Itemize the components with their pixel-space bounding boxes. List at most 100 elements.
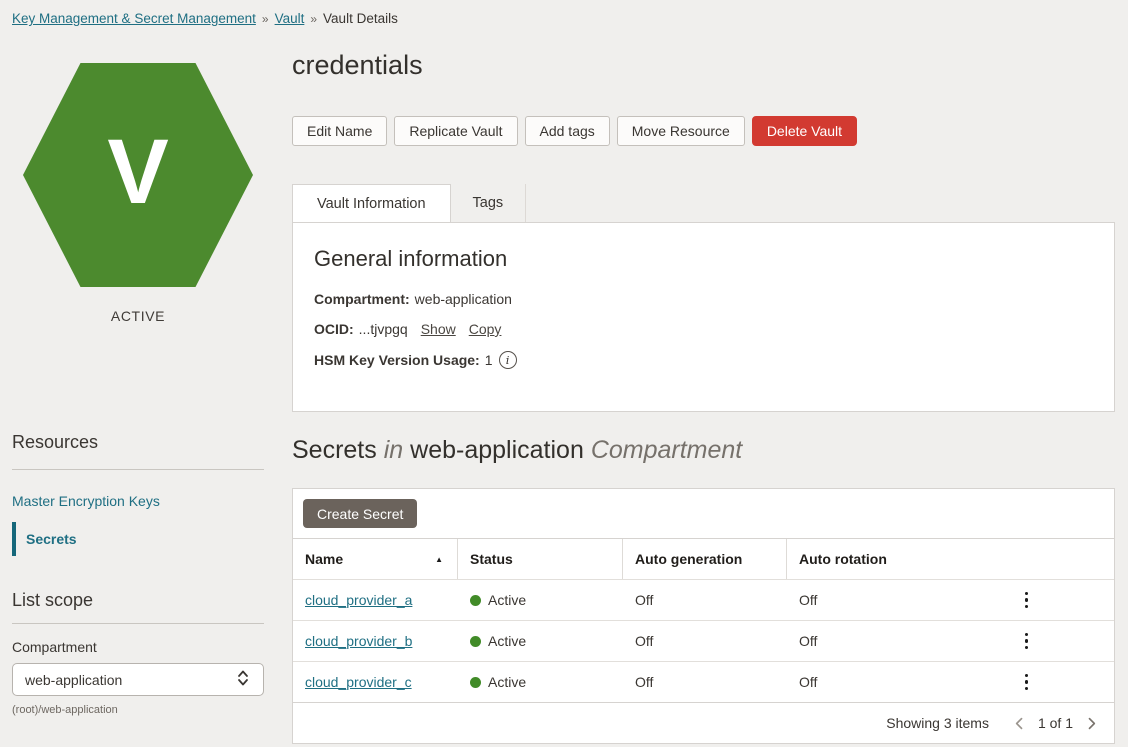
secret-link[interactable]: cloud_provider_b <box>305 633 412 649</box>
sidebar-item-master-encryption-keys[interactable]: Master Encryption Keys <box>12 484 264 518</box>
vault-initial: V <box>107 126 168 218</box>
secret-status-cell: Active <box>458 621 623 661</box>
auto-rotation-value: Off <box>799 633 817 649</box>
secrets-table-card: Create Secret Name ▲ Status Auto generat… <box>292 488 1115 744</box>
status-label: Active <box>488 674 526 690</box>
secrets-heading-prefix: Secrets <box>292 436 377 464</box>
status-active-icon <box>470 595 481 606</box>
resources-heading: Resources <box>12 432 264 453</box>
column-header-label: Name <box>305 551 343 567</box>
list-scope-heading: List scope <box>12 590 264 611</box>
table-row: cloud_provider_b Active Off Off <box>293 620 1114 661</box>
tab-tags[interactable]: Tags <box>451 184 527 222</box>
auto-rotation-cell: Off <box>787 662 1114 702</box>
row-actions-menu-icon[interactable] <box>1019 586 1035 615</box>
action-button-row: Edit Name Replicate Vault Add tags Move … <box>292 116 1115 146</box>
divider <box>12 623 264 624</box>
info-icon[interactable]: i <box>499 351 517 369</box>
hsm-key-version-value: 1 <box>485 352 493 368</box>
hsm-key-version-row: HSM Key Version Usage: 1 i <box>314 351 1093 369</box>
delete-vault-button[interactable]: Delete Vault <box>752 116 857 146</box>
breadcrumb-separator: » <box>310 12 317 26</box>
compartment-info-row: Compartment: web-application <box>314 291 1093 307</box>
hsm-key-version-label: HSM Key Version Usage: <box>314 352 480 368</box>
sidebar: V ACTIVE Resources Master Encryption Key… <box>12 36 264 744</box>
column-header-auto-generation[interactable]: Auto generation <box>623 539 787 579</box>
previous-page-icon[interactable] <box>1011 714 1028 733</box>
sidebar-item-label: Secrets <box>26 531 77 547</box>
table-toolbar: Create Secret <box>293 489 1114 538</box>
compartment-path: (root)/web-application <box>12 704 264 716</box>
page-layout: V ACTIVE Resources Master Encryption Key… <box>0 36 1128 744</box>
auto-generation-cell: Off <box>623 662 787 702</box>
show-ocid-link[interactable]: Show <box>421 321 456 337</box>
vault-status-label: ACTIVE <box>12 308 264 324</box>
secrets-section-heading: Secrets in web-application Compartment <box>292 436 1115 465</box>
add-tags-button[interactable]: Add tags <box>525 116 610 146</box>
ocid-info-row: OCID: ...tjvpgq Show Copy <box>314 321 1093 337</box>
auto-generation-cell: Off <box>623 580 787 620</box>
table-header-row: Name ▲ Status Auto generation Auto rotat… <box>293 538 1114 579</box>
secret-name-cell: cloud_provider_b <box>293 621 458 661</box>
column-header-status[interactable]: Status <box>458 539 623 579</box>
secret-status-cell: Active <box>458 580 623 620</box>
sort-ascending-icon: ▲ <box>435 555 443 564</box>
sidebar-item-secrets[interactable]: Secrets <box>12 522 264 556</box>
pagination: 1 of 1 <box>1011 714 1100 733</box>
breadcrumb-link-key-management[interactable]: Key Management & Secret Management <box>12 11 256 26</box>
status-label: Active <box>488 633 526 649</box>
auto-rotation-cell: Off <box>787 621 1114 661</box>
main-content: credentials Edit Name Replicate Vault Ad… <box>292 36 1115 744</box>
auto-generation-cell: Off <box>623 621 787 661</box>
row-actions-menu-icon[interactable] <box>1019 668 1035 697</box>
compartment-info-label: Compartment: <box>314 291 410 307</box>
column-header-name[interactable]: Name ▲ <box>293 539 458 579</box>
divider <box>12 469 264 470</box>
select-chevrons-icon <box>235 669 251 690</box>
auto-rotation-value: Off <box>799 592 817 608</box>
replicate-vault-button[interactable]: Replicate Vault <box>394 116 517 146</box>
status-label: Active <box>488 592 526 608</box>
next-page-icon[interactable] <box>1083 714 1100 733</box>
sidebar-item-label: Master Encryption Keys <box>12 493 160 509</box>
auto-rotation-value: Off <box>799 674 817 690</box>
copy-ocid-link[interactable]: Copy <box>469 321 502 337</box>
edit-name-button[interactable]: Edit Name <box>292 116 387 146</box>
vault-icon-container: V <box>12 63 264 287</box>
row-actions-menu-icon[interactable] <box>1019 627 1035 656</box>
compartment-label: Compartment <box>12 639 264 655</box>
breadcrumb-current: Vault Details <box>323 11 398 26</box>
secret-name-cell: cloud_provider_a <box>293 580 458 620</box>
compartment-select[interactable]: web-application <box>12 663 264 696</box>
secrets-heading-compartment: web-application <box>410 436 584 464</box>
secret-status-cell: Active <box>458 662 623 702</box>
auto-rotation-cell: Off <box>787 580 1114 620</box>
compartment-info-value: web-application <box>415 291 512 307</box>
compartment-select-value: web-application <box>25 672 122 688</box>
breadcrumb-link-vault[interactable]: Vault <box>275 11 305 26</box>
secret-link[interactable]: cloud_provider_a <box>305 592 412 608</box>
secret-link[interactable]: cloud_provider_c <box>305 674 412 690</box>
create-secret-button[interactable]: Create Secret <box>303 499 417 528</box>
table-footer: Showing 3 items 1 of 1 <box>293 702 1114 743</box>
status-active-icon <box>470 677 481 688</box>
table-row: cloud_provider_a Active Off Off <box>293 579 1114 620</box>
secret-name-cell: cloud_provider_c <box>293 662 458 702</box>
table-row: cloud_provider_c Active Off Off <box>293 661 1114 702</box>
tab-bar: Vault Information Tags <box>292 184 1115 222</box>
page-title: credentials <box>292 50 1115 81</box>
breadcrumb-separator: » <box>262 12 269 26</box>
vault-hexagon-icon: V <box>23 63 253 287</box>
column-header-auto-rotation[interactable]: Auto rotation <box>787 539 1114 579</box>
resources-list: Master Encryption Keys Secrets <box>12 484 264 556</box>
tab-vault-information[interactable]: Vault Information <box>292 184 451 222</box>
ocid-value: ...tjvpgq <box>359 321 408 337</box>
status-active-icon <box>470 636 481 647</box>
secrets-heading-scope: Compartment <box>591 436 742 464</box>
page-indicator: 1 of 1 <box>1038 715 1073 731</box>
general-information-heading: General information <box>314 246 1093 272</box>
vault-information-panel: General information Compartment: web-app… <box>292 222 1115 412</box>
move-resource-button[interactable]: Move Resource <box>617 116 745 146</box>
items-count-label: Showing 3 items <box>886 715 989 731</box>
secrets-heading-in: in <box>384 436 403 464</box>
